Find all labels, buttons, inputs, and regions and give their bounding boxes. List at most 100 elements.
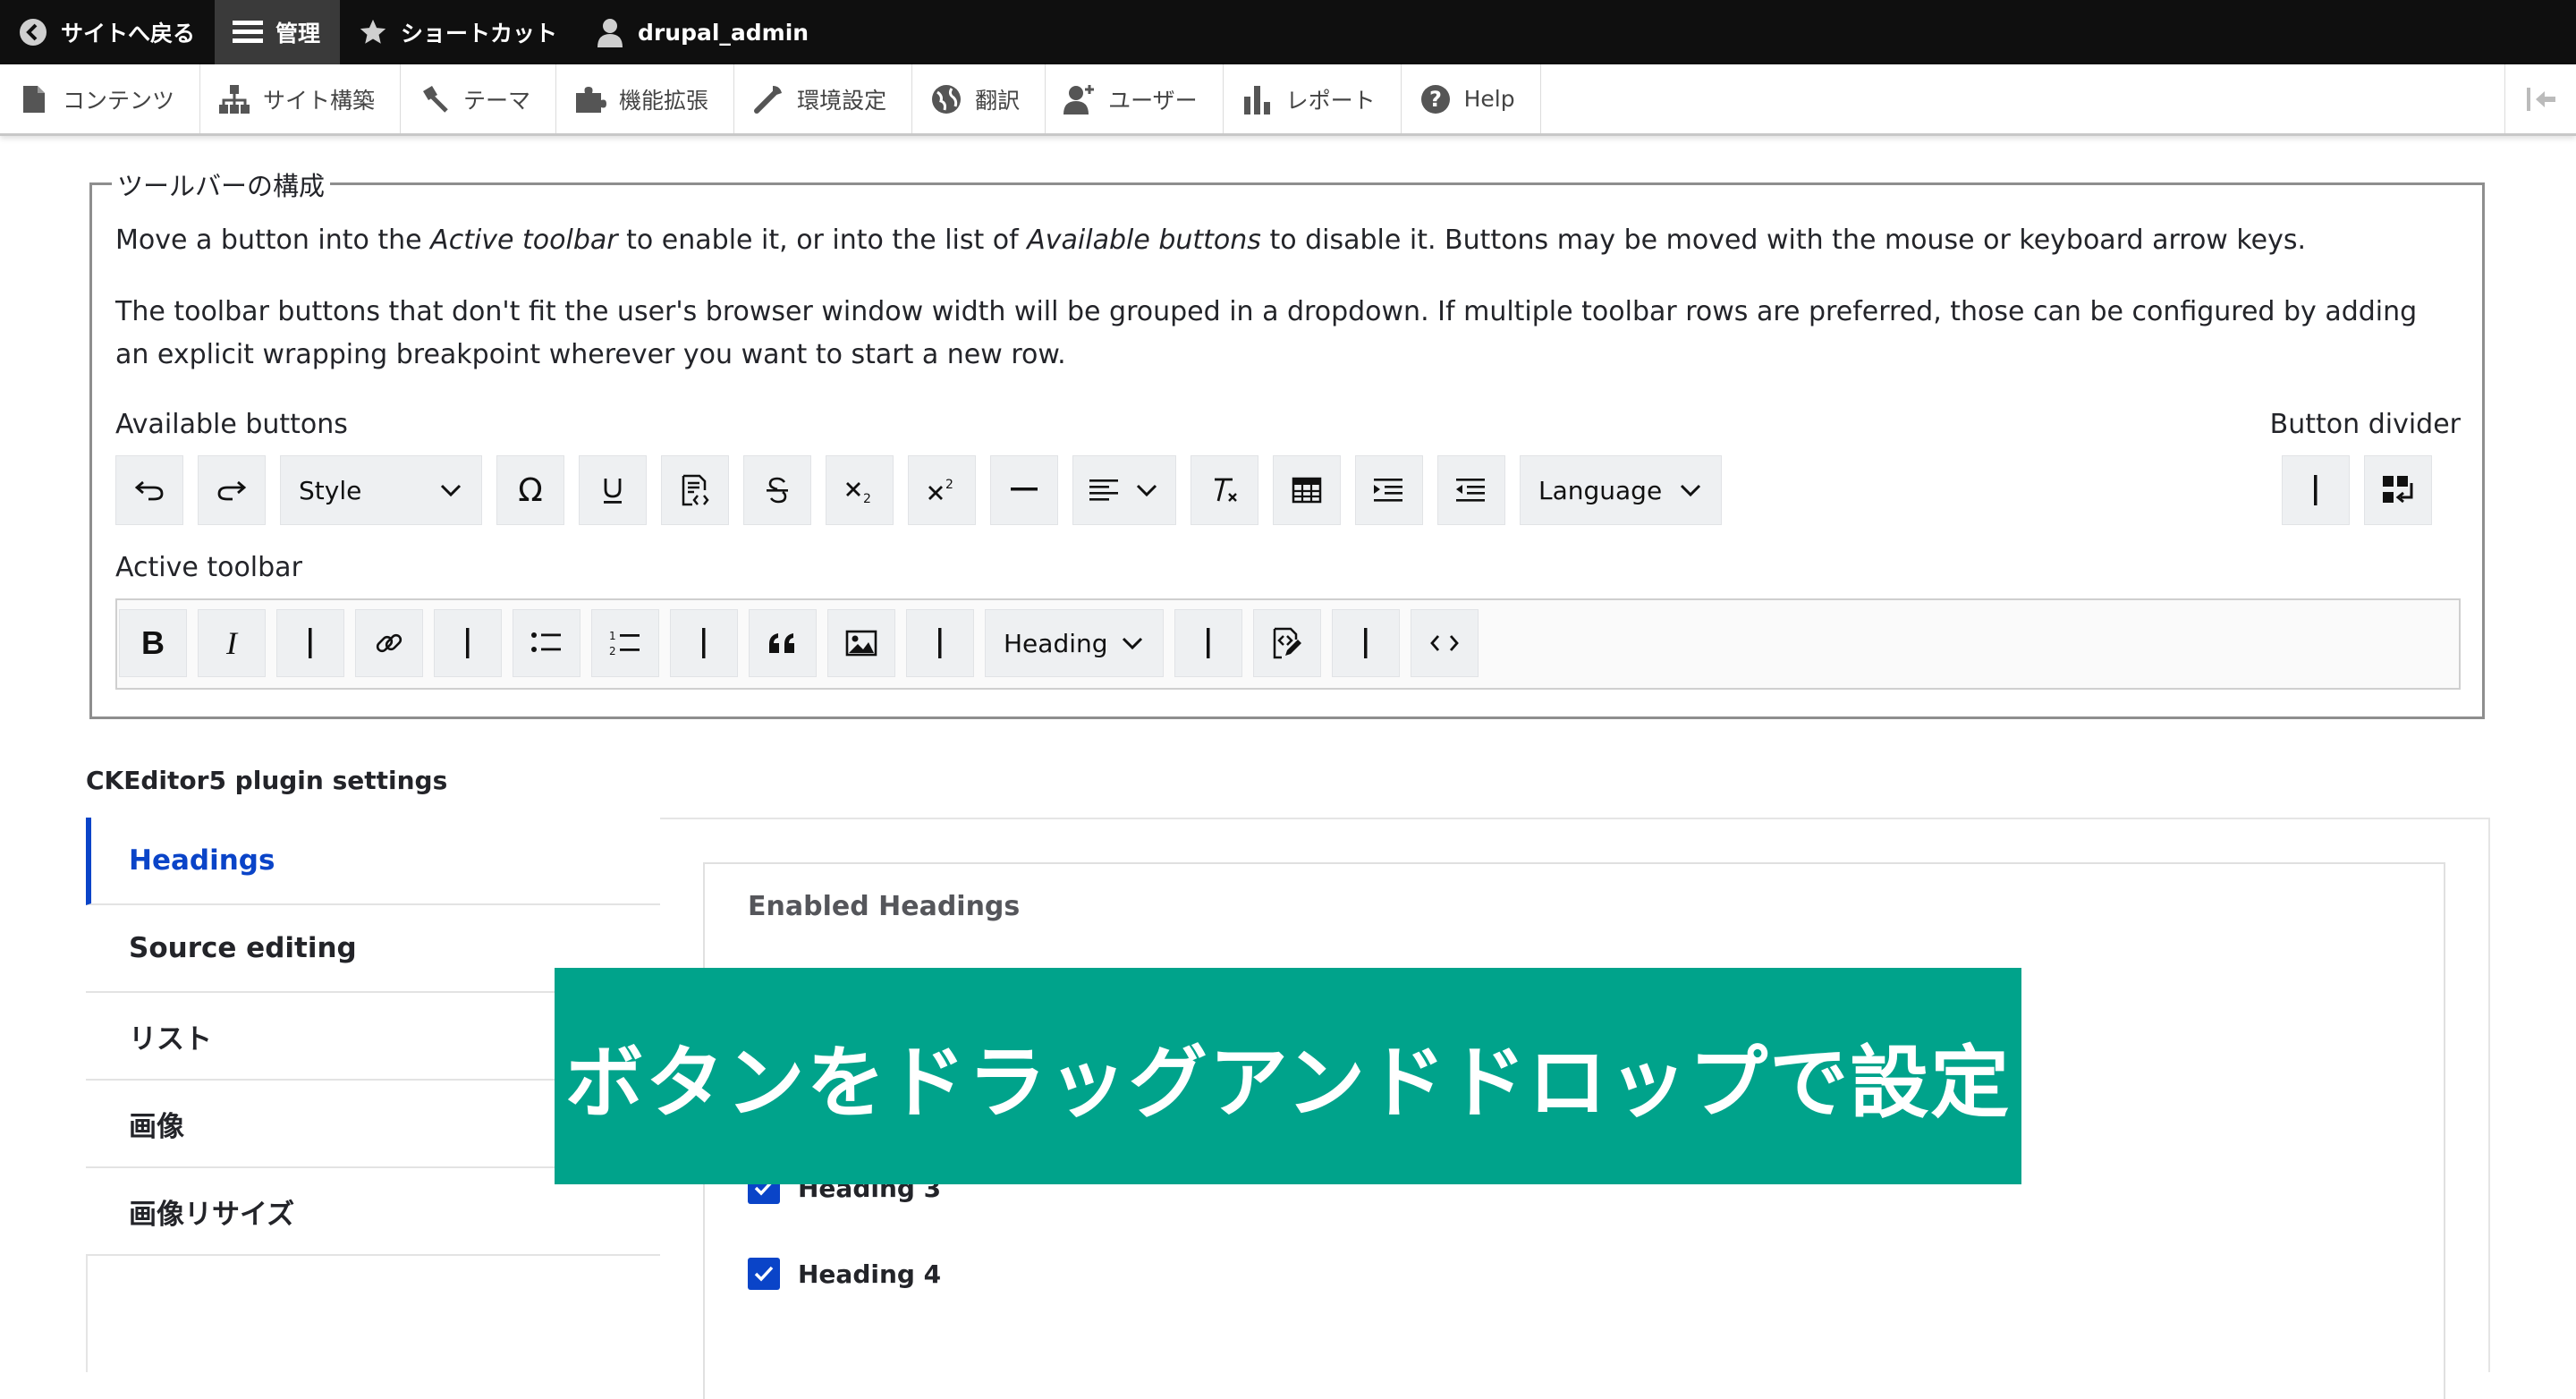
back-to-site-label: サイトへ戻る [61, 21, 196, 47]
star-icon [358, 17, 388, 47]
bold-button[interactable]: B [119, 609, 187, 677]
divider-icon [1207, 628, 1210, 658]
redo-button[interactable] [198, 455, 266, 525]
undo-button[interactable] [115, 455, 183, 525]
shortcuts-label: ショートカット [401, 21, 558, 47]
undo-icon [134, 480, 164, 501]
divider-icon [702, 628, 706, 658]
tray-item-help[interactable]: ? Help [1402, 64, 1541, 133]
style-dropdown[interactable]: Style [280, 455, 482, 525]
user-icon [595, 17, 625, 47]
strikethrough-icon [767, 477, 788, 504]
divider-button[interactable] [1174, 609, 1242, 677]
remove-format-icon [1215, 478, 1237, 502]
source-editing-button[interactable] [1253, 609, 1321, 677]
underline-icon [604, 479, 622, 504]
strikethrough-button[interactable] [743, 455, 811, 525]
underline-button[interactable] [579, 455, 647, 525]
heading-dropdown[interactable]: Heading [985, 609, 1164, 677]
redo-icon [217, 480, 247, 501]
indent-button[interactable] [1355, 455, 1423, 525]
divider-button[interactable] [2282, 455, 2350, 525]
description-dropdown: The toolbar buttons that don't fit the u… [115, 296, 2418, 370]
svg-text:?: ? [1429, 87, 1442, 112]
fieldset-legend: ツールバーの構成 [112, 165, 331, 203]
tray-item-content[interactable]: コンテンツ [0, 64, 201, 133]
tray-item-extend[interactable]: 機能拡張 [556, 64, 735, 133]
collapse-icon [2526, 87, 2555, 111]
document-icon [18, 83, 50, 115]
manage-tab[interactable]: 管理 [215, 0, 341, 64]
active-toolbar[interactable]: B I 12 Heading [115, 598, 2461, 690]
user-label: drupal_admin [638, 19, 809, 46]
code-button[interactable] [1411, 609, 1479, 677]
bulleted-list-button[interactable] [513, 609, 580, 677]
indent-icon [1374, 479, 1402, 502]
link-button[interactable] [355, 609, 423, 677]
back-to-site-link[interactable]: サイトへ戻る [0, 0, 215, 64]
omega-icon: Ω [518, 471, 543, 509]
toolbar-config-fieldset: ツールバーの構成 Move a button into the Active t… [89, 165, 2485, 719]
source-preview-button[interactable] [661, 455, 729, 525]
sitemap-icon [218, 83, 250, 115]
tray-item-reports[interactable]: レポート [1224, 64, 1402, 133]
alignment-dropdown[interactable] [1072, 455, 1176, 525]
divider-button[interactable] [434, 609, 502, 677]
tray-item-structure[interactable]: サイト構築 [200, 64, 402, 133]
outdent-icon [1456, 479, 1485, 502]
menu-icon [233, 17, 264, 47]
tray-orientation-toggle[interactable] [2504, 64, 2576, 133]
horizontal-line-button[interactable] [990, 455, 1058, 525]
manage-label: 管理 [275, 21, 321, 47]
heading-4-option[interactable]: Heading 4 [748, 1258, 941, 1290]
align-left-icon [1089, 479, 1118, 501]
horizontal-line-icon [1011, 488, 1038, 491]
puzzle-icon [574, 83, 607, 115]
tray-item-people[interactable]: ユーザー [1046, 64, 1224, 133]
admin-toolbar: サイトへ戻る 管理 ショートカット drupal_admin [0, 0, 2576, 64]
available-buttons-label: Available buttons [115, 409, 348, 440]
button-divider-label: Button divider [2269, 409, 2461, 440]
divider-button[interactable] [906, 609, 974, 677]
image-icon [845, 630, 877, 657]
language-dropdown[interactable]: Language [1520, 455, 1722, 525]
tray-label: 環境設定 [797, 87, 887, 114]
insert-image-button[interactable] [827, 609, 895, 677]
user-tab[interactable]: drupal_admin [577, 0, 828, 64]
divider-button[interactable] [1332, 609, 1400, 677]
wrap-icon [2383, 476, 2413, 504]
blockquote-button[interactable] [749, 609, 817, 677]
style-label: Style [299, 475, 362, 505]
tray-item-config[interactable]: 環境設定 [734, 64, 913, 133]
divider-button[interactable] [670, 609, 738, 677]
italic-icon: I [226, 625, 237, 661]
tray-item-translate[interactable]: 翻訳 [912, 64, 1046, 133]
outdent-button[interactable] [1437, 455, 1505, 525]
tray-label: 翻訳 [975, 87, 1021, 114]
language-label: Language [1538, 475, 1663, 505]
superscript-button[interactable]: 2 [908, 455, 976, 525]
chevron-down-icon [1120, 631, 1145, 656]
wrench-icon [752, 83, 784, 115]
italic-button[interactable]: I [198, 609, 266, 677]
desc-text: to enable it, or into the list of [617, 225, 1028, 256]
active-toolbar-label: Active toolbar [115, 552, 302, 583]
bold-icon: B [141, 624, 165, 661]
divider-icon [2314, 475, 2318, 505]
tray-item-appearance[interactable]: テーマ [401, 64, 557, 133]
divider-buttons-list [2282, 455, 2432, 525]
remove-format-button[interactable] [1191, 455, 1258, 525]
checkbox-checked-icon[interactable] [748, 1258, 780, 1290]
wrapping-breakpoint-button[interactable] [2364, 455, 2432, 525]
divider-icon [938, 628, 942, 658]
desc-text: Move a button into the [115, 225, 431, 256]
subscript-button[interactable]: 2 [826, 455, 894, 525]
insert-table-button[interactable] [1273, 455, 1341, 525]
shortcuts-tab[interactable]: ショートカット [340, 0, 577, 64]
special-characters-button[interactable]: Ω [496, 455, 564, 525]
vtab-headings[interactable]: Headings [86, 818, 660, 905]
divider-icon [309, 628, 312, 658]
heading-4-label: Heading 4 [798, 1259, 942, 1289]
numbered-list-button[interactable]: 12 [591, 609, 659, 677]
divider-button[interactable] [276, 609, 344, 677]
